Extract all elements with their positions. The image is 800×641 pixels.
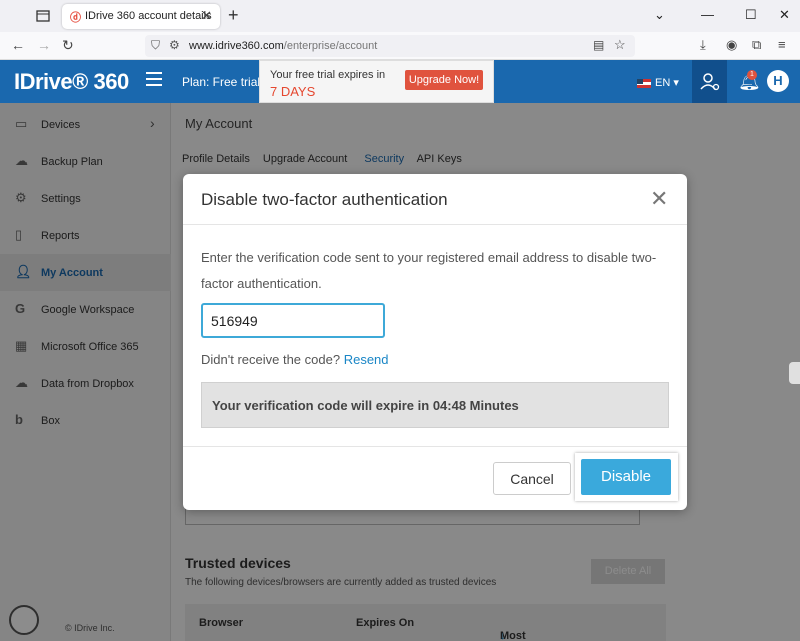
disable-2fa-dialog: Disable two-factor authentication ✕ Ente… [183,174,687,510]
tab-list-chevron-icon[interactable]: ⌄ [654,7,665,23]
address-bar[interactable]: ⛉ ⚙ www.idrive360.com/enterprise/account… [145,35,635,57]
close-window-icon[interactable]: ✕ [779,7,790,23]
browser-tabbar: ⓓ IDrive 360 account details ✕ + ⌄ — ☐ ✕ [0,0,800,32]
not-received-text: Didn't receive the code? [201,352,341,367]
trial-banner: Your free trial expires in 7 DAYS Upgrad… [259,60,494,103]
forward-icon[interactable]: → [37,37,51,53]
account-icon[interactable]: ◉ [726,37,737,53]
dialog-divider [183,446,687,447]
minimize-icon[interactable]: — [701,7,714,22]
bookmark-star-icon[interactable]: ☆ [614,37,626,53]
resend-line: Didn't receive the code? Resend [201,352,389,367]
us-flag-icon [637,78,651,88]
expiry-notice: Your verification code will expire in 04… [201,382,669,428]
maximize-icon[interactable]: ☐ [745,7,757,23]
expiry-text: Your verification code will expire in 04… [212,398,519,413]
browser-tab-title: IDrive 360 account details [85,10,212,22]
tab-groups-icon[interactable] [32,6,54,26]
avatar[interactable]: H [767,70,789,92]
idrive-logo: IDrive® 360 [14,69,129,94]
hamburger-menu-icon[interactable] [146,72,162,90]
browser-navbar: ← → ↻ ⛉ ⚙ www.idrive360.com/enterprise/a… [0,32,800,60]
reload-icon[interactable]: ↻ [62,37,74,54]
trial-days: 7 DAYS [270,84,316,99]
trial-text: Your free trial expires in [270,69,386,81]
extensions-icon[interactable]: ⧉ [752,37,761,53]
upgrade-now-button[interactable]: Upgrade Now! [405,70,483,90]
back-icon[interactable]: ← [11,37,25,53]
dialog-title: Disable two-factor authentication [201,190,448,209]
resend-link[interactable]: Resend [344,352,389,367]
language-selector[interactable]: EN ▾ [637,76,679,89]
user-settings-button[interactable] [692,60,727,103]
shield-icon[interactable]: ⛉ [151,38,160,53]
verification-code-input[interactable] [201,303,385,338]
reader-view-icon[interactable]: ▤ [593,38,604,52]
side-panel-handle[interactable] [789,362,800,384]
site-permissions-icon[interactable]: ⚙ [169,38,180,52]
menu-icon[interactable]: ≡ [778,37,786,52]
app-header: IDrive® 360 Plan: Free trial Your free t… [0,60,800,103]
close-tab-icon[interactable]: ✕ [201,8,212,24]
cancel-button[interactable]: Cancel [493,462,571,495]
dialog-instructions: Enter the verification code sent to your… [201,250,657,291]
close-icon[interactable]: ✕ [650,186,668,212]
browser-tab[interactable]: ⓓ IDrive 360 account details ✕ [62,4,220,29]
idrive-favicon-icon: ⓓ [70,12,81,24]
notification-badge: 1 [747,70,757,80]
plan-label: Plan: Free trial [182,75,261,89]
url-text: www.idrive360.com/enterprise/account [189,40,378,52]
downloads-icon[interactable]: ⤓ [700,37,706,53]
new-tab-icon[interactable]: + [228,5,239,26]
disable-button[interactable]: Disable [581,459,671,495]
dialog-header: Disable two-factor authentication ✕ [183,174,687,225]
user-gear-icon [700,73,720,91]
